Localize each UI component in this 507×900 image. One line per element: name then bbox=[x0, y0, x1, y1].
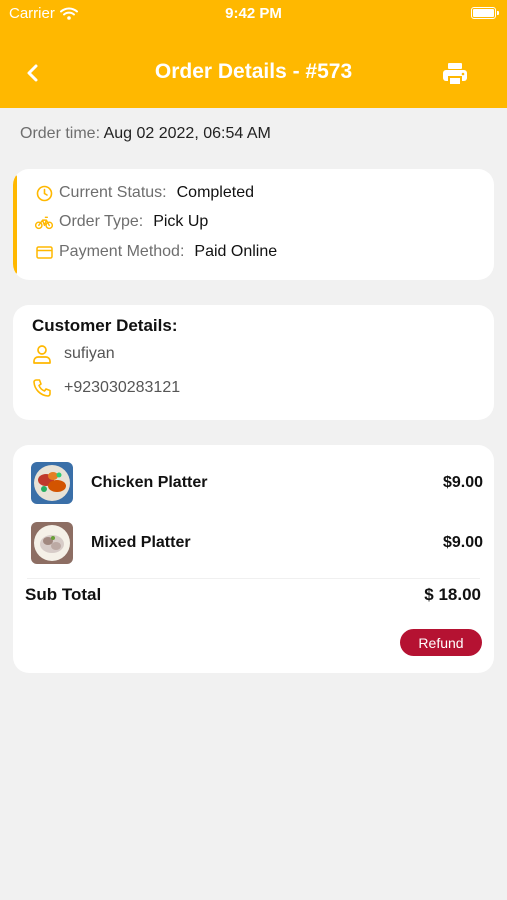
item-price: $9.00 bbox=[442, 474, 483, 491]
printer-icon bbox=[443, 63, 467, 85]
customer-name-row: sufiyan bbox=[31, 343, 115, 365]
customer-phone[interactable]: +923030283121 bbox=[64, 379, 180, 397]
current-status-row: Current Status: Completed bbox=[35, 184, 254, 202]
item-price: $9.00 bbox=[442, 534, 483, 551]
app-header: Carrier 9:42 PM Order Details - #573 bbox=[0, 0, 507, 108]
order-time-value: Aug 02 2022, 06:54 AM bbox=[103, 125, 271, 142]
payment-method-row: Payment Method: Paid Online bbox=[35, 243, 277, 261]
customer-phone-row: +923030283121 bbox=[31, 377, 180, 399]
chicken-platter-image bbox=[31, 462, 73, 504]
page-title: Order Details - #573 bbox=[154, 60, 353, 83]
status-bar: Carrier 9:42 PM bbox=[0, 0, 507, 28]
customer-details-card: Customer Details: sufiyan +923030283121 bbox=[13, 305, 494, 420]
status-accent-bar bbox=[13, 175, 17, 274]
order-items-card: Chicken Platter $9.00 Mixed Platter $9.0… bbox=[13, 445, 494, 673]
order-item: Chicken Platter $9.00 bbox=[31, 461, 483, 505]
item-name: Chicken Platter bbox=[91, 474, 208, 491]
refund-button[interactable]: Refund bbox=[400, 629, 482, 656]
order-status-card: Current Status: Completed Order Type: Pi… bbox=[13, 169, 494, 280]
user-icon bbox=[31, 343, 53, 365]
print-button[interactable] bbox=[440, 59, 470, 89]
status-time: 9:42 PM bbox=[225, 5, 282, 22]
mixed-platter-image bbox=[31, 522, 73, 564]
subtotal-row: Sub Total $ 18.00 bbox=[25, 585, 481, 605]
payment-method-label: Payment Method: bbox=[59, 243, 185, 260]
item-name: Mixed Platter bbox=[91, 534, 191, 551]
subtotal-label: Sub Total bbox=[25, 585, 102, 604]
battery-icon bbox=[471, 7, 499, 19]
order-time: Order time: Aug 02 2022, 06:54 AM bbox=[20, 125, 271, 143]
order-time-label: Order time: bbox=[20, 125, 101, 142]
subtotal-value: $ 18.00 bbox=[424, 585, 481, 604]
current-status-value: Completed bbox=[176, 184, 254, 201]
order-type-value: Pick Up bbox=[153, 213, 209, 230]
current-status-label: Current Status: bbox=[59, 184, 167, 201]
clock-icon bbox=[35, 184, 53, 202]
payment-method-value: Paid Online bbox=[194, 243, 278, 260]
order-type-label: Order Type: bbox=[59, 213, 144, 230]
order-type-row: Order Type: Pick Up bbox=[35, 213, 208, 231]
credit-card-icon bbox=[35, 243, 53, 261]
customer-name: sufiyan bbox=[64, 345, 115, 362]
items-divider bbox=[27, 578, 480, 579]
order-item: Mixed Platter $9.00 bbox=[31, 521, 483, 565]
customer-details-title: Customer Details: bbox=[32, 316, 178, 335]
phone-icon bbox=[31, 377, 53, 399]
bicycle-icon bbox=[35, 213, 53, 231]
